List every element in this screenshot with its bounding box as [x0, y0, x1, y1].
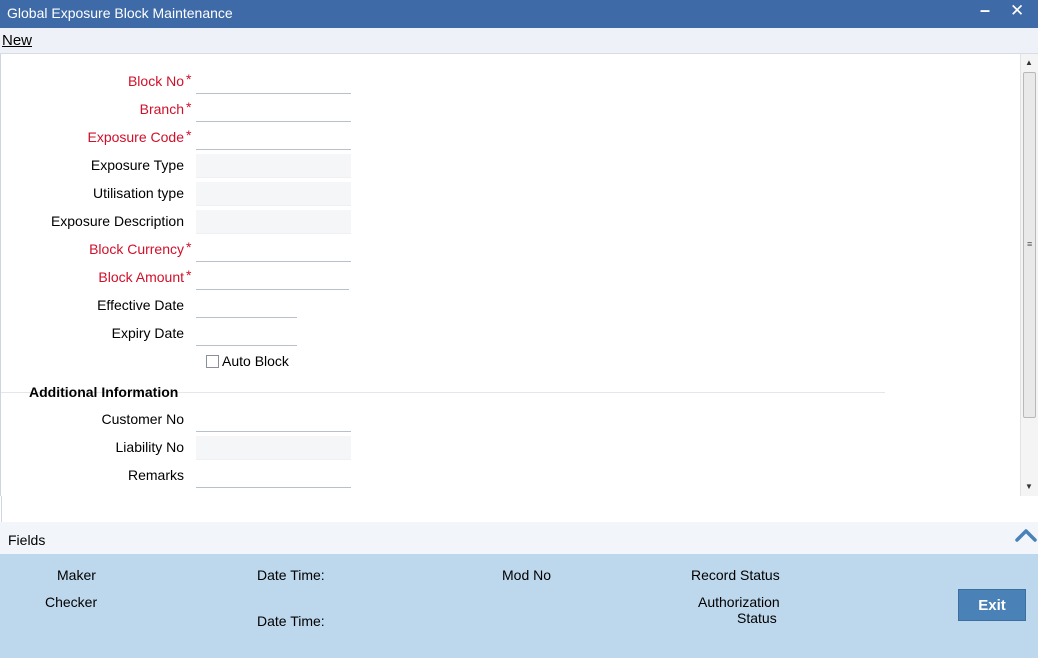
exposure-code-input[interactable] [196, 126, 351, 150]
utilisation-type-label: Utilisation type [92, 185, 184, 201]
effective-date-row: Effective Date [1, 294, 401, 318]
authorization-status-label-line2: Status [737, 610, 777, 626]
utilisation-type-field [196, 182, 351, 206]
scroll-up-arrow-icon[interactable]: ▲ [1025, 58, 1033, 67]
liability-no-label: Liability No [115, 439, 184, 455]
effective-date-label: Effective Date [97, 297, 184, 313]
expiry-date-label: Expiry Date [111, 325, 184, 341]
window-titlebar: Global Exposure Block Maintenance – ✕ [0, 0, 1038, 28]
exposure-code-row: Exposure Code * [1, 126, 401, 150]
effective-date-input[interactable] [196, 294, 297, 318]
chevron-up-icon[interactable] [1014, 524, 1038, 548]
auto-block-label: Auto Block [222, 353, 289, 369]
fields-bar: Fields [0, 522, 1038, 554]
record-status-label: Record Status [691, 567, 780, 583]
branch-input[interactable] [196, 98, 351, 122]
new-link[interactable]: New [2, 32, 32, 49]
exit-button[interactable]: Exit [958, 589, 1026, 621]
customer-no-label: Customer No [101, 411, 184, 427]
auto-block-checkbox[interactable] [206, 355, 219, 368]
expiry-date-input[interactable] [196, 322, 297, 346]
exposure-type-row: Exposure Type [1, 154, 401, 178]
exposure-description-row: Exposure Description [1, 210, 401, 234]
branch-row: Branch * [1, 98, 401, 122]
remarks-input[interactable] [196, 464, 351, 488]
window-title: Global Exposure Block Maintenance [7, 5, 233, 21]
liability-no-field [196, 436, 351, 460]
scroll-down-arrow-icon[interactable]: ▼ [1025, 482, 1033, 491]
branch-label: Branch [139, 101, 184, 117]
block-amount-label: Block Amount [98, 269, 184, 285]
block-currency-input[interactable] [196, 238, 351, 262]
required-marker: * [186, 71, 192, 87]
checker-label: Checker [45, 594, 98, 610]
close-icon[interactable]: ✕ [1010, 1, 1024, 21]
exposure-code-label: Exposure Code [87, 129, 184, 145]
utilisation-type-row: Utilisation type [1, 182, 401, 206]
maker-label: Maker [57, 567, 96, 583]
exposure-description-field [196, 210, 351, 234]
minimize-icon[interactable]: – [980, 0, 990, 21]
mod-no-label: Mod No [502, 567, 552, 583]
block-amount-row: Block Amount * [1, 266, 401, 290]
customer-no-input[interactable] [196, 408, 351, 432]
block-no-row: Block No * [1, 70, 401, 94]
required-marker: * [186, 127, 192, 143]
block-currency-label: Block Currency [89, 241, 184, 257]
maker-date-time-label: Date Time: [257, 567, 325, 583]
remarks-row: Remarks [1, 464, 401, 488]
exposure-type-field [196, 154, 351, 178]
block-no-input[interactable] [196, 70, 351, 94]
required-marker: * [186, 267, 192, 283]
scroll-thumb[interactable]: ≡ [1023, 72, 1036, 418]
vertical-scrollbar[interactable]: ▲ ≡ ▼ [1020, 54, 1038, 496]
liability-no-row: Liability No [1, 436, 401, 460]
block-no-label: Block No [127, 73, 184, 89]
expiry-date-row: Expiry Date [1, 322, 401, 346]
required-marker: * [186, 99, 192, 115]
toolbar: New [0, 28, 1038, 54]
checker-date-time-label: Date Time: [257, 613, 325, 629]
exposure-type-label: Exposure Type [90, 157, 184, 173]
fields-label[interactable]: Fields [8, 532, 45, 548]
form-bottom-spacer [1, 496, 1020, 522]
scroll-grip-icon: ≡ [1027, 239, 1033, 249]
remarks-label: Remarks [127, 467, 184, 483]
form-area: Block No * Branch * Exposure Code * Expo… [0, 54, 1020, 496]
required-marker: * [186, 239, 192, 255]
customer-no-row: Customer No [1, 408, 401, 432]
block-currency-row: Block Currency * [1, 238, 401, 262]
exposure-description-label: Exposure Description [50, 213, 184, 229]
additional-information-heading: Additional Information [29, 384, 179, 400]
authorization-status-label-line1: Authorization [698, 594, 780, 610]
block-amount-input[interactable] [196, 266, 349, 290]
audit-panel: Maker Date Time: Mod No Record Status Ch… [0, 554, 1038, 658]
